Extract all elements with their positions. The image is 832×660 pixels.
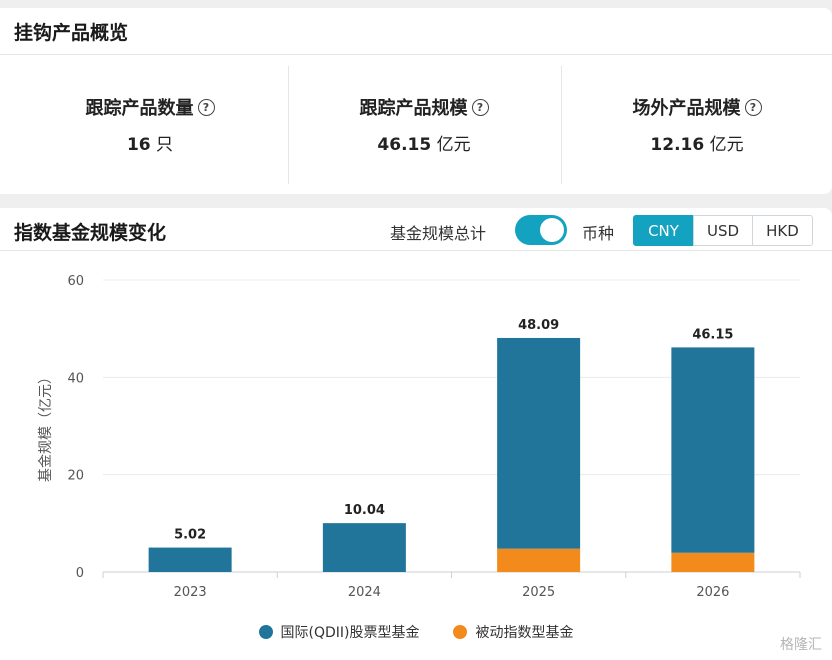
bar-segment (671, 347, 755, 553)
legend-item-passive[interactable]: 被动指数型基金 (453, 622, 573, 642)
bar-segment (322, 523, 406, 572)
bar-segment (497, 548, 581, 572)
y-axis-label: 基金规模（亿元） (37, 370, 54, 482)
x-tick-label: 2023 (174, 585, 207, 600)
chart-legend: 国际(QDII)股票型基金 被动指数型基金 (0, 622, 832, 642)
x-tick-label: 2026 (696, 585, 729, 600)
legend-dot (453, 625, 468, 639)
bar-total-label: 48.09 (518, 318, 559, 333)
y-tick-label: 20 (67, 469, 84, 484)
legend-label: 国际(QDII)股票型基金 (280, 625, 420, 641)
bar-segment (497, 337, 581, 549)
bar-segment (671, 552, 755, 572)
x-tick-label: 2024 (348, 585, 381, 600)
bar-total-label: 46.15 (692, 327, 733, 342)
y-tick-label: 60 (67, 274, 84, 289)
watermark-logo: 格隆汇 (780, 637, 822, 653)
legend-label: 被动指数型基金 (475, 625, 574, 641)
legend-item-qdii[interactable]: 国际(QDII)股票型基金 (258, 622, 420, 642)
x-tick-label: 2025 (522, 585, 555, 600)
legend-dot (258, 625, 273, 639)
bar-total-label: 5.02 (174, 528, 206, 543)
bar-total-label: 10.04 (344, 503, 385, 518)
fund-size-chart: 0 20 40 60 基金规模（亿元） 5.02 2023 10.04 2024 48.09 202… (37, 274, 801, 600)
y-tick-label: 40 (67, 371, 84, 386)
y-tick-label: 0 (76, 566, 84, 581)
bar-segment (148, 547, 232, 572)
